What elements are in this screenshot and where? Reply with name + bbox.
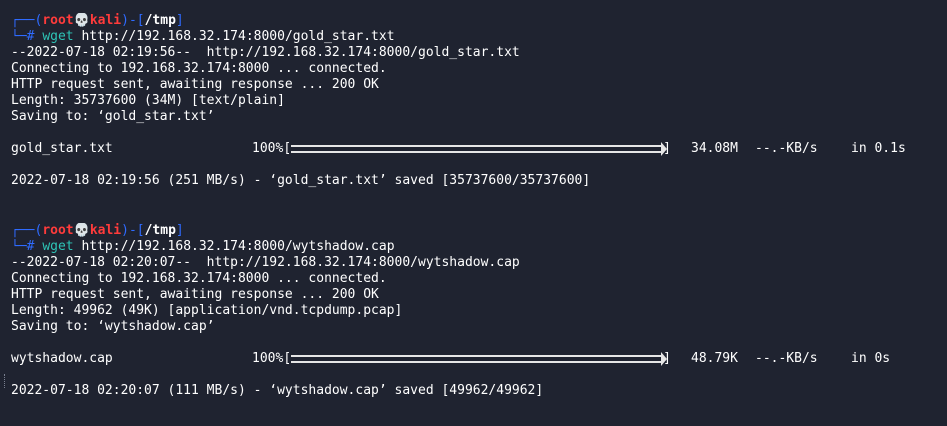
output-line: Length: 49962 (49K) [application/vnd.tcp… bbox=[11, 303, 403, 318]
command-name: wget bbox=[42, 239, 74, 254]
progress-rate: --.-KB/s bbox=[755, 351, 818, 366]
prompt-user: root bbox=[42, 13, 74, 28]
progress-eta: in 0.1s bbox=[851, 141, 906, 156]
prompt-host: kali bbox=[89, 223, 122, 238]
progress-filename: gold_star.txt bbox=[11, 141, 113, 156]
prompt-user: root bbox=[42, 223, 74, 238]
scroll-marker bbox=[4, 374, 6, 388]
output-line: HTTP request sent, awaiting response ...… bbox=[11, 77, 379, 92]
progress-filename: wytshadow.cap bbox=[11, 351, 113, 366]
prompt-hash: # bbox=[26, 29, 35, 44]
prompt-path: /tmp bbox=[144, 13, 176, 28]
output-line: Saving to: ‘gold_star.txt’ bbox=[11, 109, 215, 124]
progress-percent: 100% bbox=[252, 351, 284, 366]
command-argument: http://192.168.32.174:8000/wytshadow.cap bbox=[81, 239, 395, 254]
prompt-path: /tmp bbox=[144, 223, 176, 238]
output-line: --2022-07-18 02:20:07-- http://192.168.3… bbox=[11, 255, 520, 270]
command-argument: http://192.168.32.174:8000/gold_star.txt bbox=[81, 29, 395, 44]
saved-line: 2022-07-18 02:20:07 (111 MB/s) - ‘wytsha… bbox=[11, 383, 544, 398]
prompt-line: ┌──(root💀kali)-[/tmp] bbox=[11, 223, 184, 238]
output-line: --2022-07-18 02:19:56-- http://192.168.3… bbox=[11, 45, 520, 60]
prompt-host: kali bbox=[89, 13, 122, 28]
output-line: HTTP request sent, awaiting response ...… bbox=[11, 287, 379, 302]
progress-percent: 100% bbox=[252, 141, 284, 156]
progress-row: gold_star.txt 100%[] 34.08M --.-KB/s in … bbox=[11, 141, 941, 157]
output-line: Connecting to 192.168.32.174:8000 ... co… bbox=[11, 61, 387, 76]
skull-icon: 💀 bbox=[73, 13, 90, 28]
progress-bar-fill bbox=[291, 141, 668, 156]
output-line: Saving to: ‘wytshadow.cap’ bbox=[11, 319, 215, 334]
progress-bar: 100%[] bbox=[252, 351, 671, 366]
command-line[interactable]: └─# wget http://192.168.32.174:8000/gold… bbox=[11, 29, 941, 45]
progress-row: wytshadow.cap 100%[] 48.79K --.-KB/s in … bbox=[11, 351, 941, 367]
saved-line: 2022-07-18 02:19:56 (251 MB/s) - ‘gold_s… bbox=[11, 173, 591, 188]
progress-eta: in 0s bbox=[851, 351, 891, 366]
progress-bar-fill bbox=[291, 351, 668, 366]
output-line: Connecting to 192.168.32.174:8000 ... co… bbox=[11, 271, 387, 286]
progress-size: 34.08M bbox=[691, 141, 738, 156]
output-line: Length: 35737600 (34M) [text/plain] bbox=[11, 93, 285, 108]
command-line[interactable]: └─# wget http://192.168.32.174:8000/wyts… bbox=[11, 239, 941, 255]
prompt-hash: # bbox=[26, 239, 35, 254]
progress-bar: 100%[] bbox=[252, 141, 671, 156]
progress-size: 48.79K bbox=[691, 351, 738, 366]
terminal-output[interactable]: ┌──(root💀kali)-[/tmp] └─# wget http://19… bbox=[11, 13, 941, 399]
prompt-line: ┌──(root💀kali)-[/tmp] bbox=[11, 13, 184, 28]
command-name: wget bbox=[42, 29, 74, 44]
skull-icon: 💀 bbox=[73, 223, 90, 238]
progress-rate: --.-KB/s bbox=[755, 141, 818, 156]
